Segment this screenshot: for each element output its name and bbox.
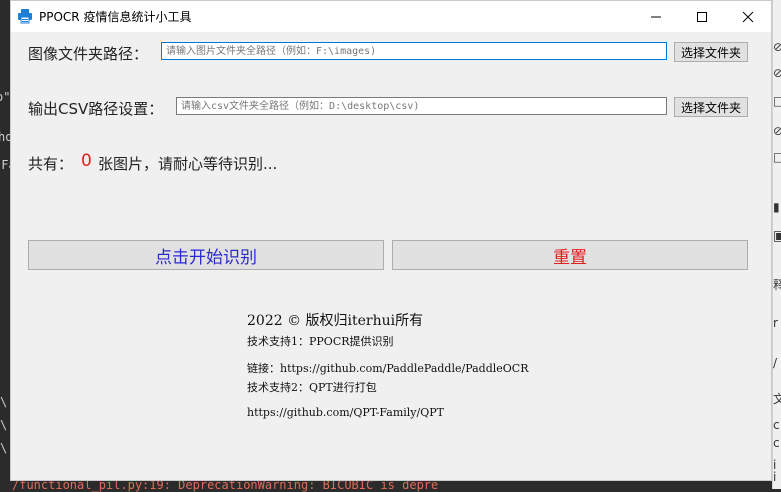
reset-button[interactable]: 重置 (392, 240, 748, 270)
bg-right-fragment: 文 (773, 392, 781, 406)
csv-folder-label: 输出CSV路径设置： (28, 100, 164, 118)
start-recognition-button[interactable]: 点击开始识别 (28, 240, 384, 270)
window-title: PPOCR 疫情信息统计小工具 (39, 10, 192, 24)
status-prefix: 共有： (28, 155, 74, 173)
background-editor-left: ho o" "Fa \ \ \ (0, 0, 16, 489)
bg-right-fragment: ⊘ (773, 40, 781, 54)
minimize-button[interactable] (633, 1, 679, 32)
csv-folder-input[interactable]: 请输入csv文件夹全路径（例如：D:\desktop\csv) (176, 97, 667, 115)
paddleocr-link[interactable]: 链接：https://github.com/PaddlePaddle/Paddl… (247, 360, 529, 376)
maximize-button[interactable] (679, 1, 725, 32)
bg-code-fragment: \ (0, 441, 8, 455)
bg-code-fragment: o" (0, 90, 11, 104)
bg-right-fragment: ▮ (773, 200, 780, 214)
bg-right-fragment: 释 (773, 278, 781, 292)
copyright-text: 2022 © 版权归iterhui所有 (247, 313, 424, 329)
choose-csv-folder-button[interactable]: 选择文件夹 (674, 97, 748, 117)
title-bar[interactable]: PPOCR 疫情信息统计小工具 (11, 1, 771, 32)
bg-right-fragment: / (773, 356, 778, 370)
image-folder-label: 图像文件夹路径： (28, 45, 149, 63)
bg-right-fragment: c (773, 436, 780, 450)
image-folder-input[interactable]: 请输入图片文件夹全路径（例如：F:\images) (161, 42, 667, 60)
bg-right-fragment: □ (773, 94, 781, 108)
image-folder-placeholder: 请输入图片文件夹全路径（例如：F:\images) (166, 46, 377, 57)
bg-right-fragment: ⊘ (773, 66, 781, 80)
close-icon (742, 11, 754, 22)
qpt-link[interactable]: https://github.com/QPT-Family/QPT (247, 406, 444, 419)
maximize-icon (697, 11, 707, 22)
choose-image-folder-button[interactable]: 选择文件夹 (674, 42, 748, 62)
close-button[interactable] (725, 1, 771, 32)
app-window: PPOCR 疫情信息统计小工具 图像文件夹路径： 请输入图片文件夹全路径（例如：… (10, 0, 772, 481)
support2-text: 技术支持2：QPT进行打包 (247, 381, 377, 394)
image-count: 0 (81, 151, 92, 171)
printer-icon (17, 8, 33, 24)
bg-right-fragment: □ (773, 150, 781, 164)
csv-folder-placeholder: 请输入csv文件夹全路径（例如：D:\desktop\csv) (181, 101, 420, 112)
bg-code-fragment: \ (0, 418, 8, 432)
bg-right-fragment: r (773, 316, 778, 330)
support1-text: 技术支持1：PPOCR提供识别 (247, 335, 394, 348)
status-suffix: 张图片，请耐心等待识别... (98, 155, 278, 173)
bg-right-fragment: i (773, 470, 777, 484)
bg-right-fragment: c (773, 418, 780, 432)
background-terminal-bottom: /functional_pil.py:19: DeprecationWarnin… (0, 478, 781, 492)
bg-code-fragment: \ (0, 395, 8, 409)
minimize-icon (651, 16, 661, 17)
bg-right-fragment: ⊘ (773, 124, 781, 138)
bg-right-fragment: ▣ (773, 228, 781, 244)
